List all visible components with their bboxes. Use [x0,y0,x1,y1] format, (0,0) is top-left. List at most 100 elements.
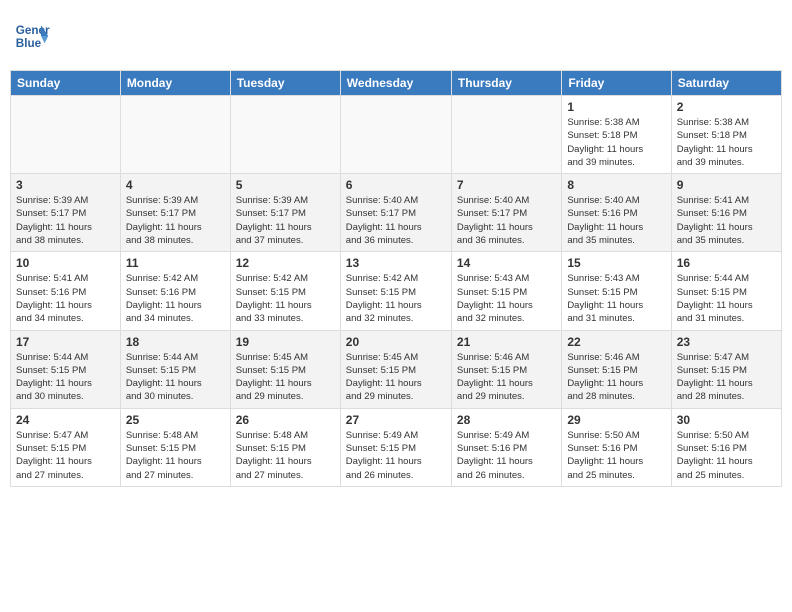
day-info: Sunrise: 5:40 AM Sunset: 5:17 PM Dayligh… [346,194,446,247]
weekday-header-row: SundayMondayTuesdayWednesdayThursdayFrid… [11,71,782,96]
day-info: Sunrise: 5:40 AM Sunset: 5:16 PM Dayligh… [567,194,665,247]
calendar-day-cell [11,96,121,174]
logo-icon: General Blue [14,18,50,54]
day-number: 7 [457,178,556,192]
weekday-header-cell: Thursday [451,71,561,96]
weekday-header-cell: Tuesday [230,71,340,96]
weekday-header-cell: Wednesday [340,71,451,96]
day-number: 29 [567,413,665,427]
svg-text:Blue: Blue [16,37,42,50]
day-info: Sunrise: 5:43 AM Sunset: 5:15 PM Dayligh… [457,272,556,325]
day-info: Sunrise: 5:42 AM Sunset: 5:16 PM Dayligh… [126,272,225,325]
calendar-day-cell: 30Sunrise: 5:50 AM Sunset: 5:16 PM Dayli… [671,408,781,486]
day-number: 1 [567,100,665,114]
calendar-day-cell: 24Sunrise: 5:47 AM Sunset: 5:15 PM Dayli… [11,408,121,486]
day-number: 16 [677,256,776,270]
calendar-day-cell: 4Sunrise: 5:39 AM Sunset: 5:17 PM Daylig… [120,174,230,252]
day-info: Sunrise: 5:44 AM Sunset: 5:15 PM Dayligh… [126,351,225,404]
day-info: Sunrise: 5:44 AM Sunset: 5:15 PM Dayligh… [677,272,776,325]
day-number: 12 [236,256,335,270]
calendar-day-cell: 9 Sunrise: 5:41 AM Sunset: 5:16 PM Daylig… [671,174,781,252]
calendar-day-cell: 20 Sunrise: 5:45 AM Sunset: 5:15 PM Dayli… [340,330,451,408]
day-info: Sunrise: 5:50 AM Sunset: 5:16 PM Dayligh… [677,429,776,482]
day-info: Sunrise: 5:49 AM Sunset: 5:15 PM Dayligh… [346,429,446,482]
day-number: 14 [457,256,556,270]
calendar-week-row: 24Sunrise: 5:47 AM Sunset: 5:15 PM Dayli… [11,408,782,486]
calendar-day-cell [451,96,561,174]
day-number: 27 [346,413,446,427]
calendar-day-cell: 25 Sunrise: 5:48 AM Sunset: 5:15 PM Dayli… [120,408,230,486]
logo: General Blue [14,18,50,54]
day-info: Sunrise: 5:41 AM Sunset: 5:16 PM Dayligh… [677,194,776,247]
calendar-day-cell: 5 Sunrise: 5:39 AM Sunset: 5:17 PM Daylig… [230,174,340,252]
day-info: Sunrise: 5:48 AM Sunset: 5:15 PM Dayligh… [236,429,335,482]
day-info: Sunrise: 5:38 AM Sunset: 5:18 PM Dayligh… [677,116,776,169]
day-number: 3 [16,178,115,192]
calendar-day-cell: 23 Sunrise: 5:47 AM Sunset: 5:15 PM Dayli… [671,330,781,408]
day-number: 19 [236,335,335,349]
day-number: 2 [677,100,776,114]
weekday-header-cell: Monday [120,71,230,96]
calendar-week-row: 17 Sunrise: 5:44 AM Sunset: 5:15 PM Dayli… [11,330,782,408]
calendar-day-cell: 2 Sunrise: 5:38 AM Sunset: 5:18 PM Daylig… [671,96,781,174]
day-number: 21 [457,335,556,349]
calendar-day-cell: 13 Sunrise: 5:42 AM Sunset: 5:15 PM Dayli… [340,252,451,330]
calendar-day-cell: 12Sunrise: 5:42 AM Sunset: 5:15 PM Dayli… [230,252,340,330]
day-number: 20 [346,335,446,349]
day-info: Sunrise: 5:38 AM Sunset: 5:18 PM Dayligh… [567,116,665,169]
calendar-day-cell: 29 Sunrise: 5:50 AM Sunset: 5:16 PM Dayli… [562,408,671,486]
calendar-day-cell: 28 Sunrise: 5:49 AM Sunset: 5:16 PM Dayli… [451,408,561,486]
day-info: Sunrise: 5:47 AM Sunset: 5:15 PM Dayligh… [677,351,776,404]
calendar-table: SundayMondayTuesdayWednesdayThursdayFrid… [10,70,782,487]
day-info: Sunrise: 5:46 AM Sunset: 5:15 PM Dayligh… [457,351,556,404]
calendar-day-cell: 21 Sunrise: 5:46 AM Sunset: 5:15 PM Dayli… [451,330,561,408]
calendar-day-cell: 19Sunrise: 5:45 AM Sunset: 5:15 PM Dayli… [230,330,340,408]
calendar-day-cell: 1 Sunrise: 5:38 AM Sunset: 5:18 PM Daylig… [562,96,671,174]
day-info: Sunrise: 5:50 AM Sunset: 5:16 PM Dayligh… [567,429,665,482]
calendar-day-cell: 15Sunrise: 5:43 AM Sunset: 5:15 PM Dayli… [562,252,671,330]
day-info: Sunrise: 5:39 AM Sunset: 5:17 PM Dayligh… [236,194,335,247]
calendar-day-cell [340,96,451,174]
day-number: 17 [16,335,115,349]
calendar-day-cell: 8 Sunrise: 5:40 AM Sunset: 5:16 PM Daylig… [562,174,671,252]
calendar-day-cell: 27 Sunrise: 5:49 AM Sunset: 5:15 PM Dayli… [340,408,451,486]
day-number: 28 [457,413,556,427]
weekday-header-cell: Sunday [11,71,121,96]
calendar-day-cell: 18 Sunrise: 5:44 AM Sunset: 5:15 PM Dayli… [120,330,230,408]
calendar-day-cell: 26Sunrise: 5:48 AM Sunset: 5:15 PM Dayli… [230,408,340,486]
calendar-day-cell: 14 Sunrise: 5:43 AM Sunset: 5:15 PM Dayli… [451,252,561,330]
day-number: 11 [126,256,225,270]
calendar-day-cell: 7 Sunrise: 5:40 AM Sunset: 5:17 PM Daylig… [451,174,561,252]
day-info: Sunrise: 5:49 AM Sunset: 5:16 PM Dayligh… [457,429,556,482]
day-number: 5 [236,178,335,192]
calendar-day-cell: 16 Sunrise: 5:44 AM Sunset: 5:15 PM Dayli… [671,252,781,330]
calendar-day-cell: 6 Sunrise: 5:40 AM Sunset: 5:17 PM Daylig… [340,174,451,252]
day-number: 23 [677,335,776,349]
calendar-week-row: 3 Sunrise: 5:39 AM Sunset: 5:17 PM Daylig… [11,174,782,252]
day-number: 18 [126,335,225,349]
calendar-week-row: 1 Sunrise: 5:38 AM Sunset: 5:18 PM Daylig… [11,96,782,174]
day-number: 8 [567,178,665,192]
day-number: 9 [677,178,776,192]
calendar-day-cell: 17 Sunrise: 5:44 AM Sunset: 5:15 PM Dayli… [11,330,121,408]
day-info: Sunrise: 5:48 AM Sunset: 5:15 PM Dayligh… [126,429,225,482]
calendar-day-cell: 3 Sunrise: 5:39 AM Sunset: 5:17 PM Daylig… [11,174,121,252]
day-info: Sunrise: 5:43 AM Sunset: 5:15 PM Dayligh… [567,272,665,325]
day-info: Sunrise: 5:39 AM Sunset: 5:17 PM Dayligh… [126,194,225,247]
day-number: 13 [346,256,446,270]
day-number: 6 [346,178,446,192]
calendar-day-cell [120,96,230,174]
day-number: 10 [16,256,115,270]
day-info: Sunrise: 5:39 AM Sunset: 5:17 PM Dayligh… [16,194,115,247]
calendar-day-cell: 11 Sunrise: 5:42 AM Sunset: 5:16 PM Dayli… [120,252,230,330]
day-info: Sunrise: 5:40 AM Sunset: 5:17 PM Dayligh… [457,194,556,247]
weekday-header-cell: Saturday [671,71,781,96]
weekday-header-cell: Friday [562,71,671,96]
day-info: Sunrise: 5:41 AM Sunset: 5:16 PM Dayligh… [16,272,115,325]
calendar-day-cell: 22Sunrise: 5:46 AM Sunset: 5:15 PM Dayli… [562,330,671,408]
day-info: Sunrise: 5:42 AM Sunset: 5:15 PM Dayligh… [346,272,446,325]
day-info: Sunrise: 5:45 AM Sunset: 5:15 PM Dayligh… [346,351,446,404]
day-info: Sunrise: 5:44 AM Sunset: 5:15 PM Dayligh… [16,351,115,404]
day-number: 25 [126,413,225,427]
calendar-body: 1 Sunrise: 5:38 AM Sunset: 5:18 PM Daylig… [11,96,782,487]
